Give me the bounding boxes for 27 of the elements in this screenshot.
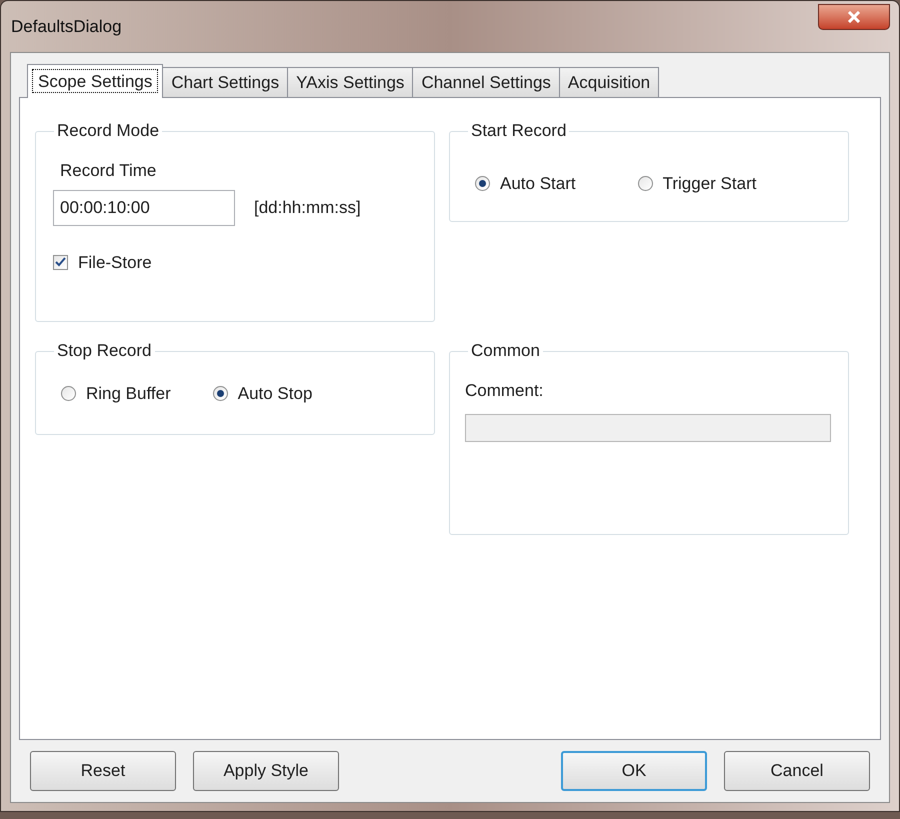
tab[interactable]: YAxis Settings <box>288 67 414 97</box>
tab[interactable]: Scope Settings <box>27 64 164 98</box>
radio-button[interactable] <box>61 386 76 402</box>
radio-label: Auto Start <box>500 173 576 195</box>
record-time-field[interactable]: 00:00:10:00 <box>53 190 235 226</box>
group-title: Stop Record <box>54 341 154 361</box>
dialog-button[interactable]: Cancel <box>724 751 870 791</box>
radio-label: Auto Stop <box>238 383 312 405</box>
radio-label: Ring Buffer <box>86 383 171 405</box>
dialog-button[interactable]: OK <box>561 751 707 791</box>
radio-button[interactable] <box>475 176 490 192</box>
format-hint: [dd:hh:mm:ss] <box>254 196 361 219</box>
checkbox[interactable] <box>53 254 68 270</box>
radio-label: Trigger Start <box>662 173 756 195</box>
close-icon <box>847 10 861 22</box>
field-label: Comment: <box>465 380 544 402</box>
dialog-button[interactable]: Reset <box>30 751 176 791</box>
tab[interactable]: Channel Settings <box>413 67 560 97</box>
close-button[interactable] <box>818 4 890 30</box>
tab[interactable]: Chart Settings <box>163 67 288 97</box>
radio-button[interactable] <box>212 386 228 402</box>
tab[interactable]: Acquisition <box>560 67 660 97</box>
dialog-button[interactable]: Apply Style <box>193 751 339 791</box>
checkbox-label: File-Store <box>78 252 152 274</box>
field-label: Record Time <box>60 160 158 182</box>
radio-button[interactable] <box>638 176 653 192</box>
window-title: DefaultsDialog <box>11 16 122 38</box>
